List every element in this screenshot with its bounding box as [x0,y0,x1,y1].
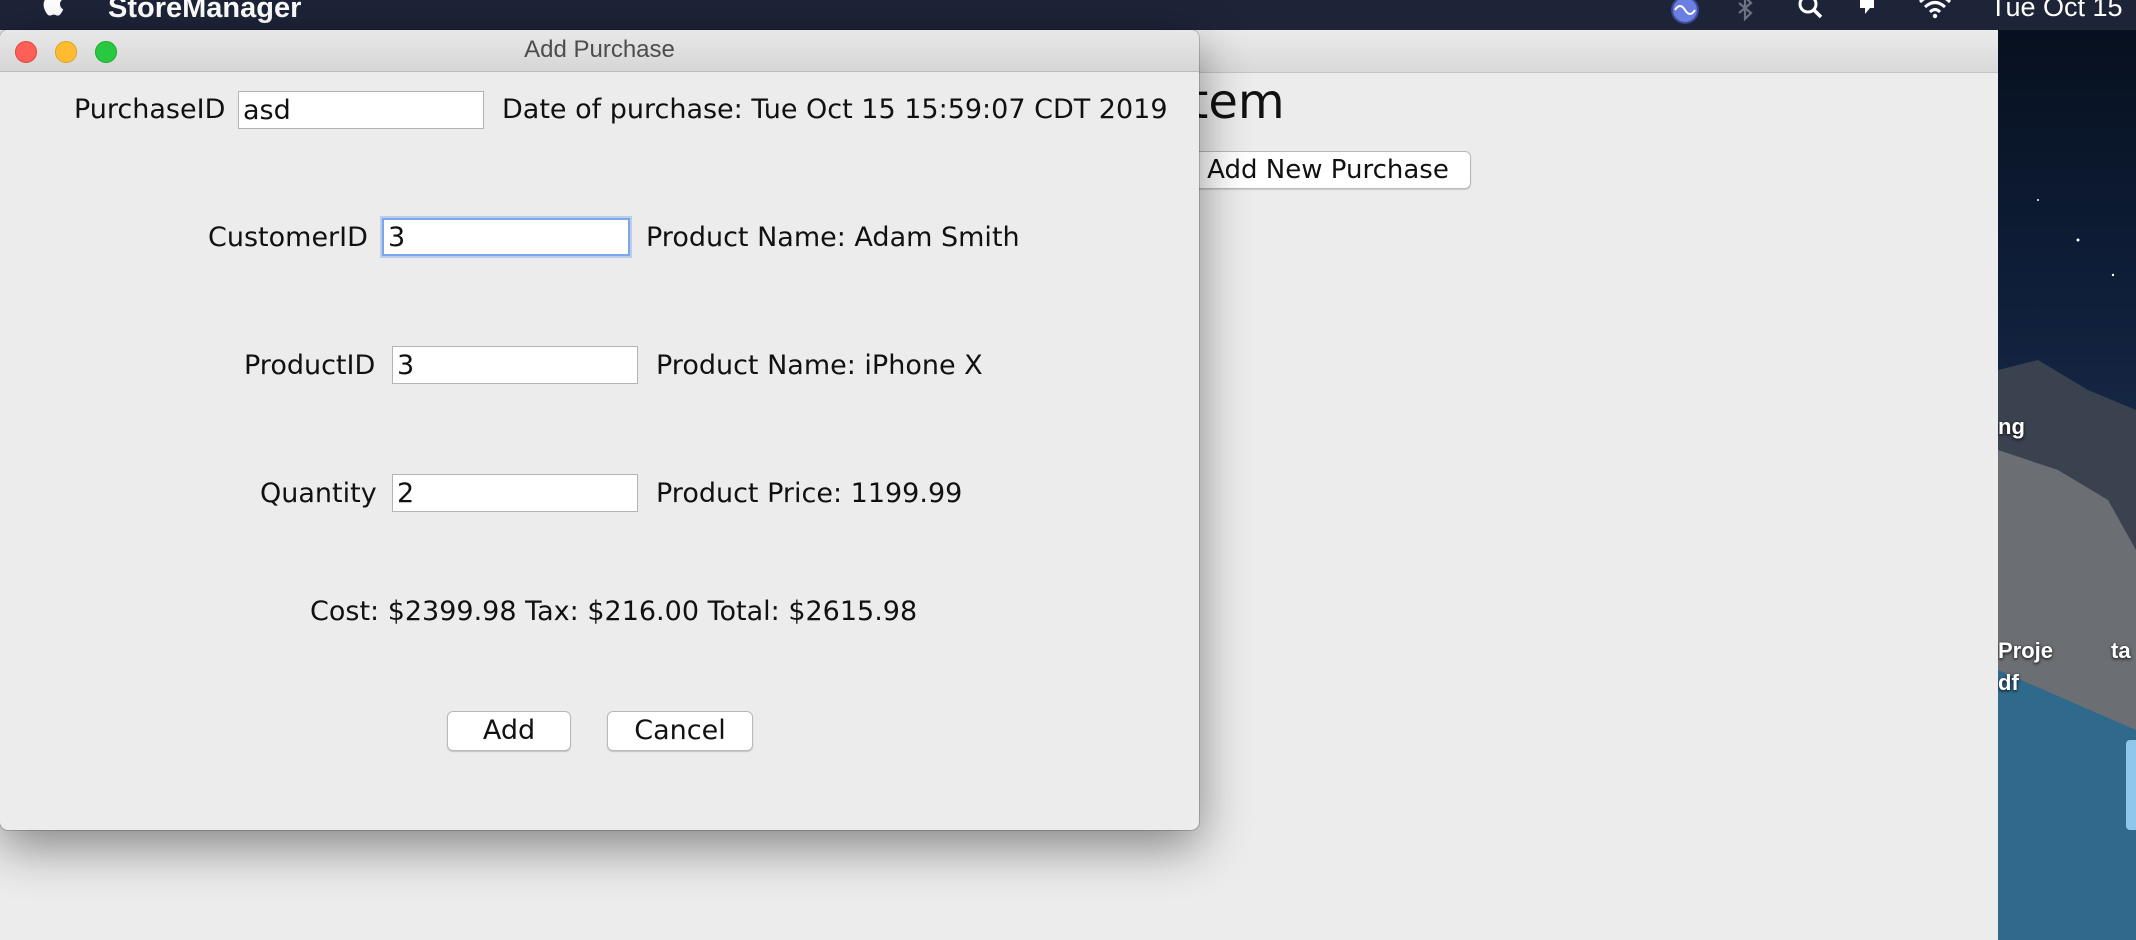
island-landscape-image [1998,199,2136,940]
quantity-input[interactable] [392,474,638,512]
bluetooth-icon[interactable] [1728,0,1762,26]
add-new-purchase-button[interactable]: Add New Purchase [1185,151,1471,189]
desktop-file-label[interactable]: Proje [1998,638,2053,664]
dialog-titlebar[interactable]: Add Purchase [0,30,1199,72]
product-id-input[interactable] [392,346,638,384]
menu-bar: StoreManager Tue Oct 15 [0,0,2136,30]
desktop-file-label[interactable]: ta [2111,638,2131,664]
purchase-id-input[interactable] [238,91,484,129]
wifi-icon[interactable] [1918,0,1952,26]
dialog-title: Add Purchase [524,36,675,63]
quantity-label: Quantity [260,478,377,509]
customer-id-label: CustomerID [208,222,368,253]
customer-id-input[interactable] [382,218,630,256]
notification-icon[interactable] [1850,0,1884,26]
purchase-id-label: PurchaseID [74,94,226,125]
product-name-text: Product Name: iPhone X [656,350,983,381]
add-button[interactable]: Add [447,711,571,751]
desktop-folder-icon[interactable] [2126,740,2136,830]
add-purchase-dialog: Add Purchase PurchaseID Date of purchase… [0,30,1199,830]
desktop-wallpaper: ng Proje df ta [1998,30,2136,940]
purchase-totals-text: Cost: $2399.98 Tax: $216.00 Total: $2615… [310,596,918,627]
customer-name-text: Product Name: Adam Smith [646,222,1020,253]
siri-icon[interactable] [1668,0,1702,26]
search-icon[interactable] [1794,0,1828,26]
app-name-menu[interactable]: StoreManager [108,0,301,25]
apple-icon[interactable] [40,0,70,18]
menu-clock[interactable]: Tue Oct 15 [1990,0,2123,23]
desktop-file-label[interactable]: df [1998,670,2019,696]
cancel-button[interactable]: Cancel [607,711,753,751]
purchase-date-text: Date of purchase: Tue Oct 15 15:59:07 CD… [502,94,1168,125]
product-price-text: Product Price: 1199.99 [656,478,963,509]
product-id-label: ProductID [244,350,376,381]
desktop-file-label[interactable]: ng [1998,414,2025,440]
